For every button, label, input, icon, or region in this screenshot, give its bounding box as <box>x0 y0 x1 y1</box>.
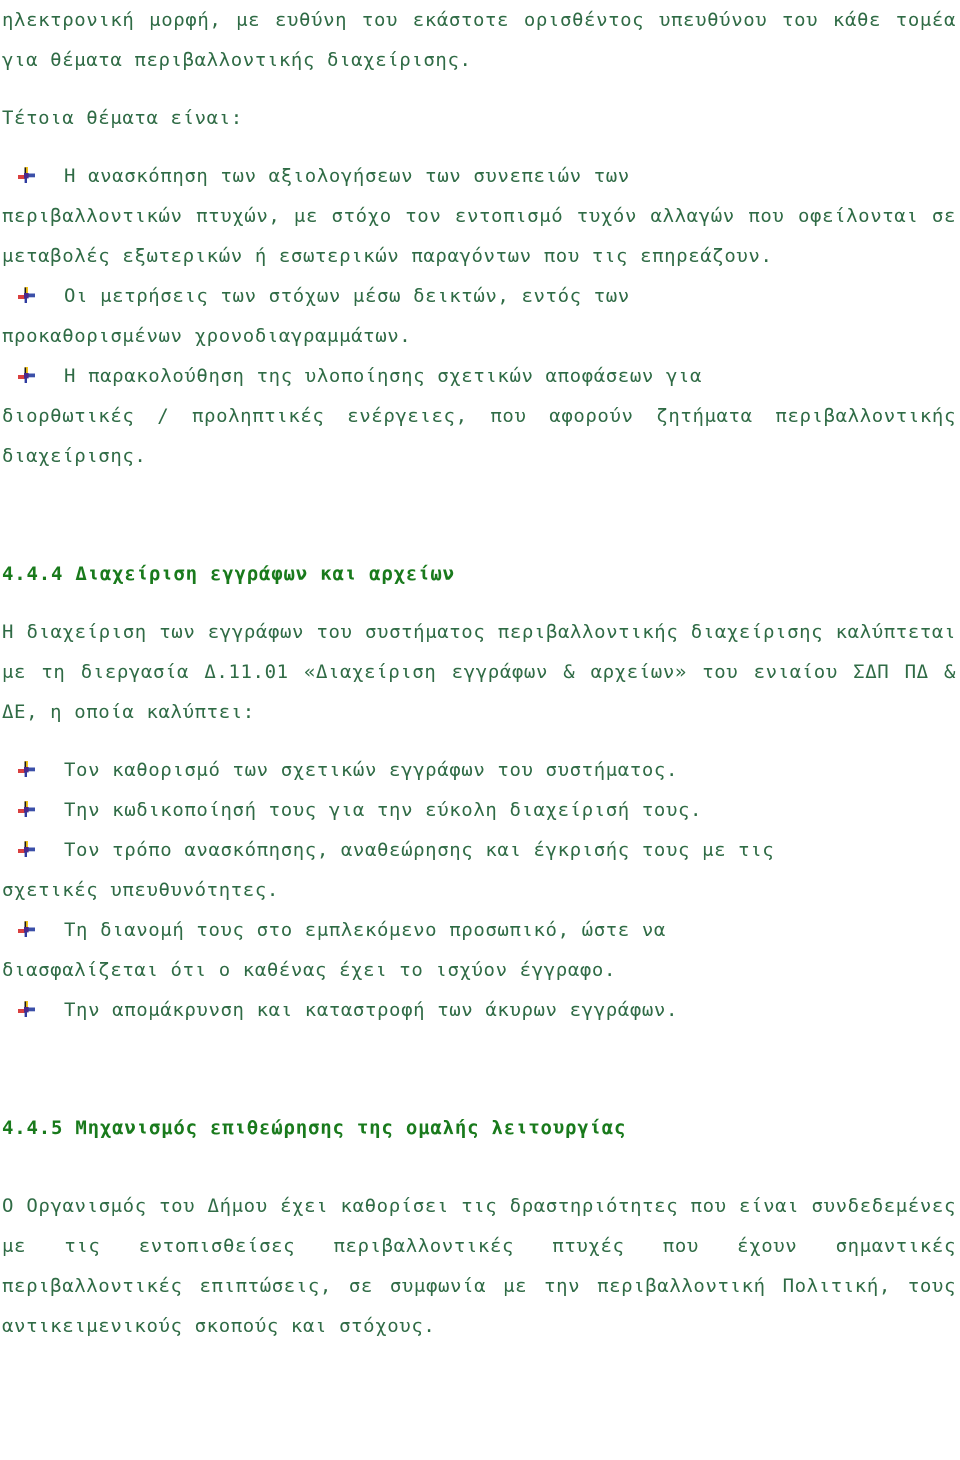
colored-pinwheel-bullet-icon <box>18 921 35 938</box>
section-444-bullet-list: Τον καθορισμό των σχετικών εγγράφων του … <box>2 750 956 1030</box>
such-topics-line: Τέτοια θέματα είναι: <box>2 107 243 129</box>
section-heading-4-4-5: 4.4.5 Μηχανισμός επιθεώρησης της ομαλής … <box>2 1117 627 1139</box>
list-item-text-rest: διασφαλίζεται ότι ο καθένας έχει το ισχύ… <box>2 959 616 981</box>
list-item: Η ανασκόπηση των αξιολογήσεων των συνεπε… <box>2 156 956 276</box>
topics-bullet-list: Η ανασκόπηση των αξιολογήσεων των συνεπε… <box>2 156 956 476</box>
list-item: Οι μετρήσεις των στόχων μέσω δεικτών, εν… <box>2 276 956 356</box>
intro-paragraph: ηλεκτρονική μορφή, με ευθύνη του εκάστοτ… <box>2 9 956 71</box>
list-item: Την απομάκρυνση και καταστροφή των άκυρω… <box>2 990 956 1030</box>
list-item: Η παρακολούθηση της υλοποίησης σχετικών … <box>2 356 956 476</box>
list-item-text-first: Τον καθορισμό των σχετικών εγγράφων του … <box>64 759 678 781</box>
list-item-text-first: Την κωδικοποίησή τους για την εύκολη δια… <box>64 799 703 821</box>
colored-pinwheel-bullet-icon <box>18 287 35 304</box>
list-item-text-first: Οι μετρήσεις των στόχων μέσω δεικτών, εν… <box>64 285 630 307</box>
section-445-paragraph: Ο Οργανισμός του Δήμου έχει καθορίσει τι… <box>2 1195 956 1337</box>
colored-pinwheel-bullet-icon <box>18 367 35 384</box>
list-item-text-first: Τον τρόπο ανασκόπησης, αναθεώρησης και έ… <box>64 839 775 861</box>
section-heading-4-4-4: 4.4.4 Διαχείριση εγγράφων και αρχείων <box>2 563 455 585</box>
list-item-text-rest: περιβαλλοντικών πτυχών, με στόχο τον εντ… <box>2 205 956 267</box>
colored-pinwheel-bullet-icon <box>18 167 35 184</box>
section-444-paragraph: Η διαχείριση των εγγράφων του συστήματος… <box>2 621 956 723</box>
list-item-text-first: Τη διανομή τους στο εμπλεκόμενο προσωπικ… <box>64 919 666 941</box>
document-page: ηλεκτρονική μορφή, με ευθύνη του εκάστοτ… <box>0 0 960 1460</box>
list-item-text-first: Η παρακολούθηση της υλοποίησης σχετικών … <box>64 365 703 387</box>
list-item: Την κωδικοποίησή τους για την εύκολη δια… <box>2 790 956 830</box>
list-item-text-first: Την απομάκρυνση και καταστροφή των άκυρω… <box>64 999 678 1021</box>
colored-pinwheel-bullet-icon <box>18 841 35 858</box>
list-item-text-rest: προκαθορισμένων χρονοδιαγραμμάτων. <box>2 325 412 347</box>
list-item-text-rest: σχετικές υπευθυνότητες. <box>2 879 279 901</box>
list-item-text-first: Η ανασκόπηση των αξιολογήσεων των συνεπε… <box>64 165 630 187</box>
colored-pinwheel-bullet-icon <box>18 1001 35 1018</box>
colored-pinwheel-bullet-icon <box>18 801 35 818</box>
colored-pinwheel-bullet-icon <box>18 761 35 778</box>
list-item-text-rest: διορθωτικές / προληπτικές ενέργειες, που… <box>2 405 956 467</box>
list-item: Τη διανομή τους στο εμπλεκόμενο προσωπικ… <box>2 910 956 990</box>
list-item: Τον καθορισμό των σχετικών εγγράφων του … <box>2 750 956 790</box>
list-item: Τον τρόπο ανασκόπησης, αναθεώρησης και έ… <box>2 830 956 910</box>
